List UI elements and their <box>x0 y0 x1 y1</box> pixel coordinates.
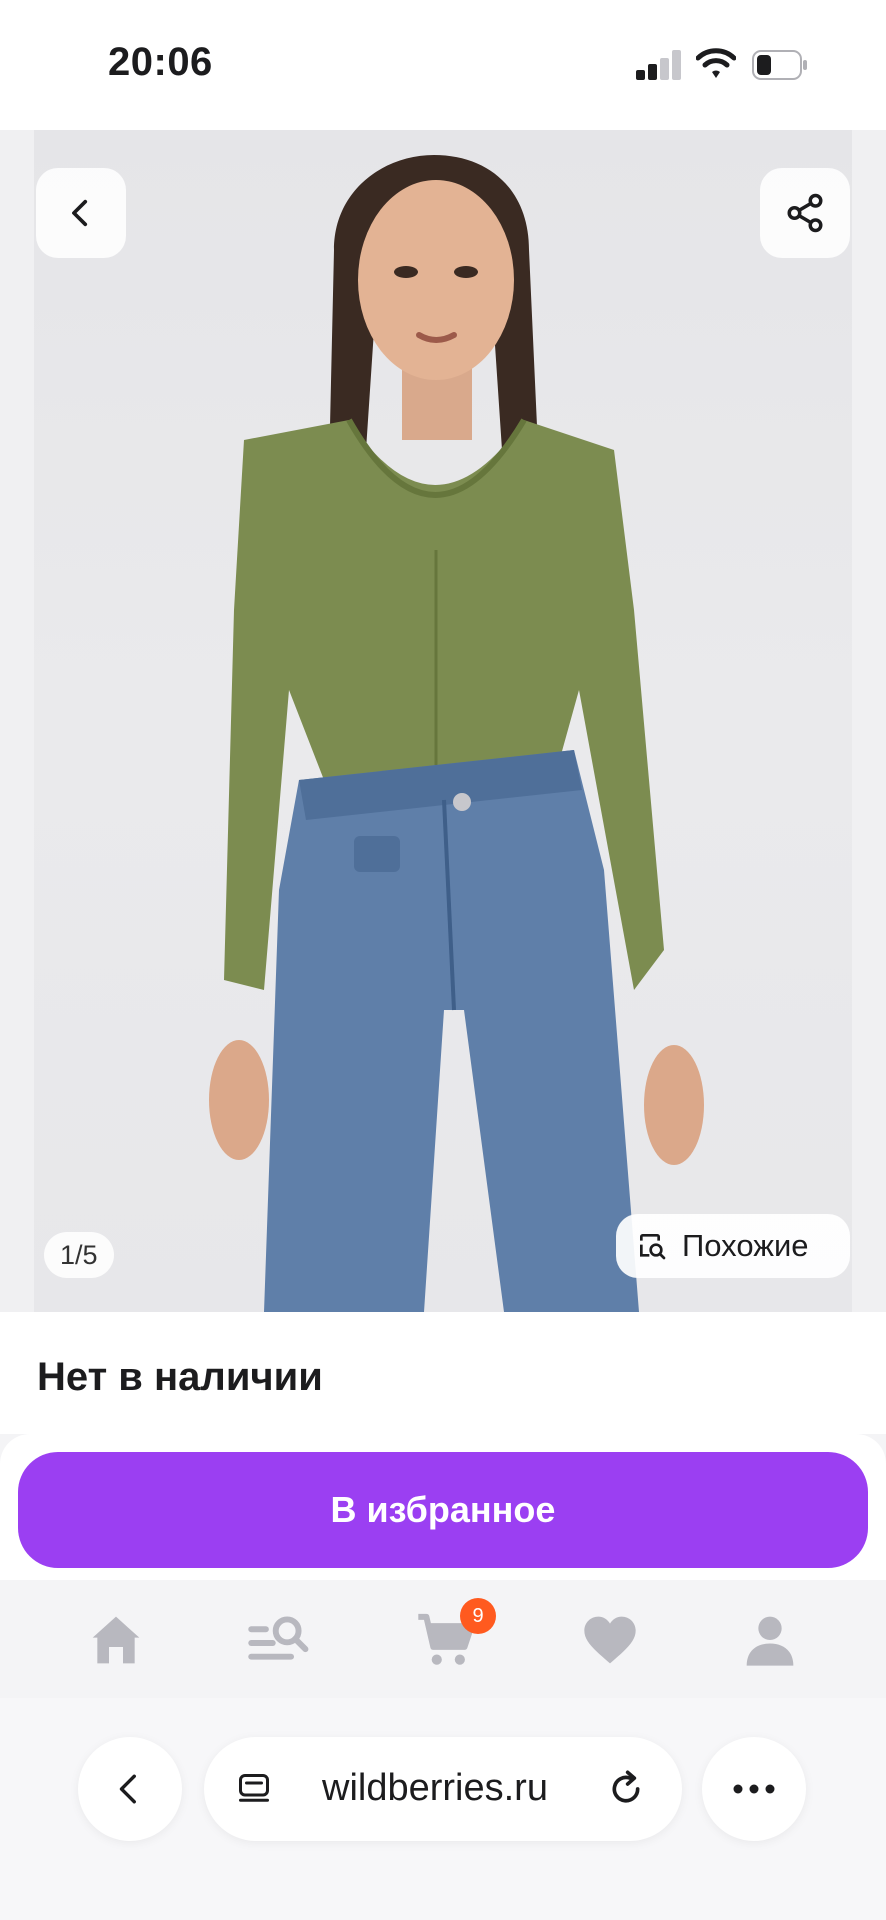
url-text[interactable]: wildberries.ru <box>322 1767 548 1810</box>
browser-back-button[interactable] <box>78 1737 182 1841</box>
cart-count-badge: 9 <box>460 1598 496 1634</box>
heart-icon <box>584 1616 636 1664</box>
browser-more-button[interactable] <box>702 1737 806 1841</box>
nav-home[interactable] <box>76 1605 156 1675</box>
more-icon <box>733 1784 775 1794</box>
profile-icon <box>746 1616 794 1666</box>
chevron-left-icon <box>119 1774 136 1804</box>
cellular-signal-icon <box>636 50 682 80</box>
nav-profile[interactable] <box>730 1605 810 1675</box>
availability-status: Нет в наличии <box>37 1355 323 1399</box>
address-bar[interactable]: wildberries.ru <box>204 1737 682 1841</box>
product-photo[interactable] <box>34 130 852 1312</box>
home-icon <box>92 1616 140 1664</box>
back-button[interactable] <box>36 168 126 258</box>
similar-label: Похожие <box>682 1228 809 1263</box>
share-icon <box>787 193 823 233</box>
similar-button[interactable]: Похожие <box>616 1214 850 1278</box>
catalog-search-icon <box>248 1616 309 1660</box>
product-gallery[interactable] <box>0 130 886 1312</box>
wifi-icon <box>695 47 737 81</box>
similar-search-icon <box>640 1234 666 1260</box>
image-pager: 1/5 <box>44 1232 114 1278</box>
reload-icon[interactable] <box>606 1769 646 1809</box>
status-time: 20:06 <box>108 40 213 84</box>
page-menu-icon[interactable] <box>236 1771 272 1807</box>
battery-icon <box>752 50 808 80</box>
add-to-favorites-button[interactable]: В избранное <box>18 1452 868 1568</box>
nav-favorites[interactable] <box>570 1605 650 1675</box>
share-button[interactable] <box>760 168 850 258</box>
chevron-left-icon <box>72 199 88 227</box>
nav-catalog[interactable] <box>238 1605 318 1675</box>
